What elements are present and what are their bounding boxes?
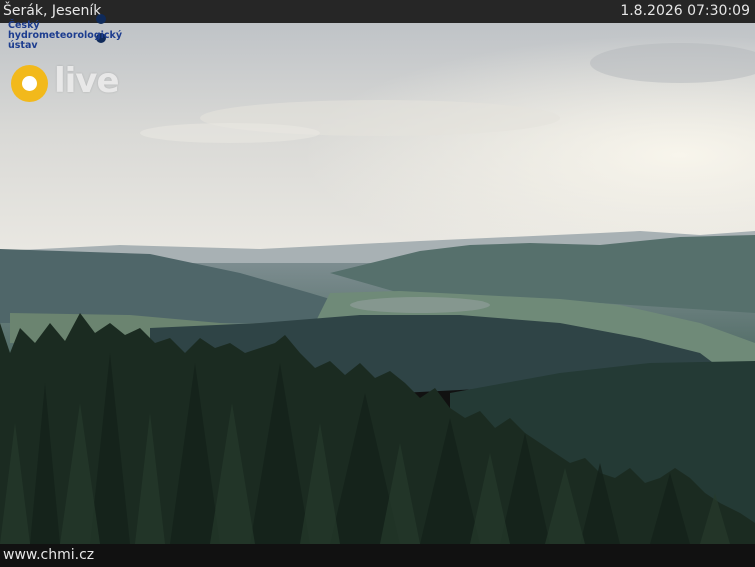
timestamp-label: 1.8.2026 07:30:09 (620, 3, 750, 19)
org-line: ústav (8, 40, 38, 51)
footer-bar: www.chmi.cz (0, 544, 755, 567)
live-label: live (54, 61, 120, 101)
org-name: Český hydrometeorologický ústav (8, 21, 138, 51)
caption-bar: Šerák, Jeseník 1.8.2026 07:30:09 (0, 0, 755, 23)
site-url: www.chmi.cz (3, 547, 95, 563)
webcam-image (0, 23, 755, 544)
sun-icon (11, 65, 48, 102)
